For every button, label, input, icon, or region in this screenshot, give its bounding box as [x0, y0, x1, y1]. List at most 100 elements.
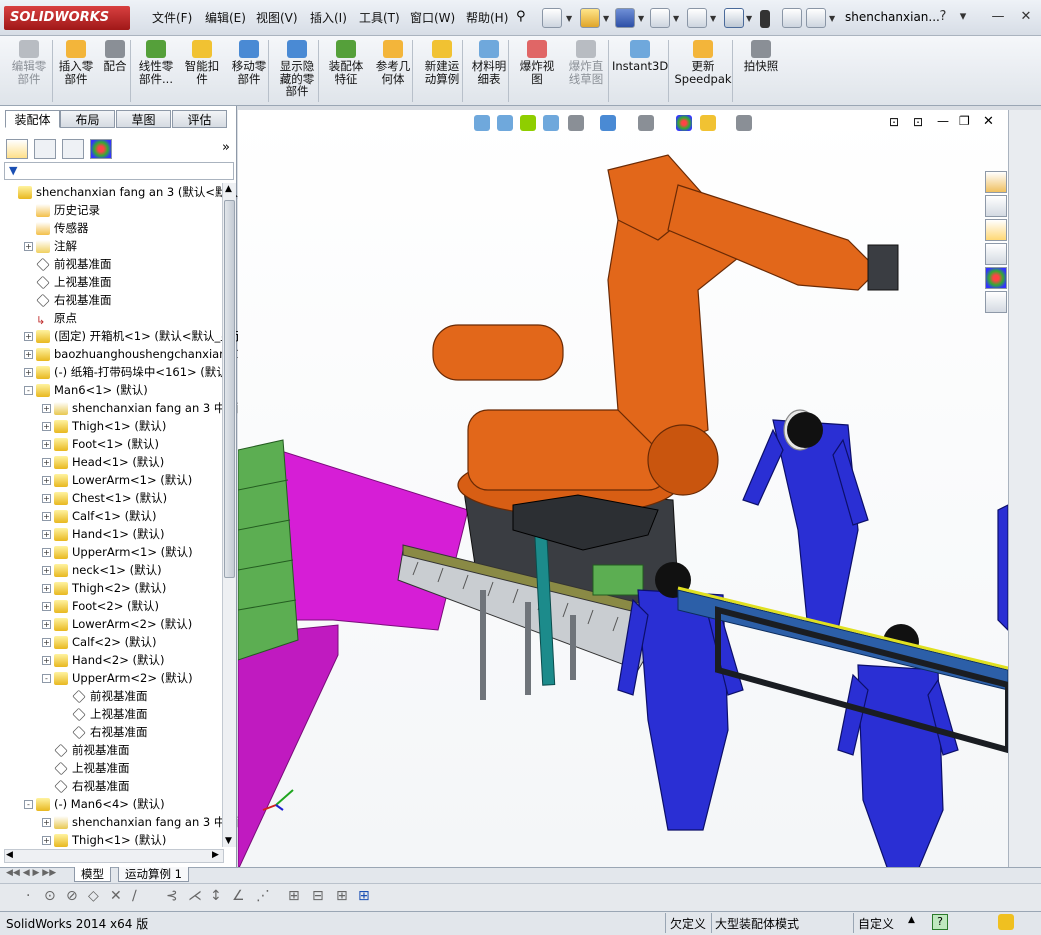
- pin-icon[interactable]: ⚲: [516, 9, 526, 24]
- edit-appearance-icon[interactable]: [676, 115, 692, 131]
- tree-node[interactable]: 右视基准面: [24, 291, 112, 309]
- tree-node[interactable]: + Calf<2> (默认): [42, 633, 157, 651]
- rectangle-icon[interactable]: ⋰: [256, 888, 270, 904]
- configuration-manager-tab-icon[interactable]: [62, 139, 84, 159]
- polygon-icon[interactable]: ◇: [88, 888, 99, 904]
- menu-item[interactable]: 视图(V): [256, 9, 298, 26]
- circle-icon[interactable]: ⊙: [44, 888, 56, 904]
- ribbon-button[interactable]: 装配体 特征: [324, 40, 368, 85]
- new-document-icon[interactable]: [542, 8, 562, 28]
- custom-properties-icon[interactable]: [985, 291, 1007, 313]
- ribbon-button[interactable]: 配合: [100, 40, 130, 73]
- tree-node[interactable]: + Calf<1> (默认): [42, 507, 157, 525]
- display-style-icon[interactable]: [600, 115, 616, 131]
- scroll-up-icon[interactable]: ▲: [225, 184, 232, 194]
- tree-node[interactable]: 右视基准面: [42, 777, 130, 795]
- tree-expander[interactable]: +: [42, 476, 51, 485]
- ribbon-button[interactable]: 线性零 部件...: [134, 40, 178, 85]
- rebuild-traffic-light-icon[interactable]: [760, 10, 770, 28]
- tree-node[interactable]: 前视基准面: [24, 255, 112, 273]
- menu-item[interactable]: 文件(F): [152, 9, 192, 26]
- tree-filter-bar[interactable]: ▼: [4, 162, 234, 180]
- tree-node[interactable]: + Foot<1> (默认): [42, 435, 159, 453]
- line-icon[interactable]: ∕: [132, 888, 137, 904]
- menu-item[interactable]: 窗口(W): [410, 9, 455, 26]
- tree-expander[interactable]: +: [24, 350, 33, 359]
- help-dropdown-icon[interactable]: ▾: [953, 8, 973, 26]
- tree-node[interactable]: + Thigh<1> (默认): [42, 417, 166, 435]
- tree-expander[interactable]: +: [24, 368, 33, 377]
- tree-node[interactable]: - (-) Man6<4> (默认): [24, 795, 165, 813]
- menu-item[interactable]: 帮助(H): [466, 9, 508, 26]
- menu-item[interactable]: 编辑(E): [205, 9, 246, 26]
- tree-expander[interactable]: +: [42, 566, 51, 575]
- home-icon[interactable]: [985, 171, 1007, 193]
- tree-node[interactable]: + neck<1> (默认): [42, 561, 162, 579]
- centerline-icon[interactable]: ⊘: [66, 888, 78, 904]
- tree-node[interactable]: + Thigh<1> (默认): [42, 831, 166, 849]
- tree-node[interactable]: 上视基准面: [24, 273, 112, 291]
- rebuild-status-icon[interactable]: [998, 914, 1014, 930]
- tree-node[interactable]: - UpperArm<2> (默认): [42, 669, 193, 687]
- dimension-icon[interactable]: ↕: [210, 888, 222, 904]
- resources-icon[interactable]: [985, 195, 1007, 217]
- ribbon-button[interactable]: 插入零 部件: [56, 40, 96, 85]
- command-tab[interactable]: 评估: [172, 110, 227, 128]
- tree-node[interactable]: 历史记录: [24, 201, 100, 219]
- viewport-minimize-button[interactable]: —: [937, 114, 949, 128]
- tree-node[interactable]: ↳ 原点: [24, 309, 77, 327]
- mirror-icon[interactable]: ⋌: [188, 888, 202, 904]
- open-folder-icon[interactable]: [580, 8, 600, 28]
- design-library-icon[interactable]: [985, 219, 1007, 241]
- tree-expander[interactable]: +: [42, 602, 51, 611]
- tree-horizontal-scrollbar[interactable]: [4, 849, 224, 863]
- tree-expander[interactable]: +: [42, 440, 51, 449]
- tree-node[interactable]: + Head<1> (默认): [42, 453, 164, 471]
- save-dropdown-icon[interactable]: ▼: [638, 14, 644, 23]
- tree-expander[interactable]: +: [42, 584, 51, 593]
- tree-expander[interactable]: +: [42, 818, 51, 827]
- zoom-to-fit-icon[interactable]: [474, 115, 490, 131]
- ribbon-button[interactable]: 材料明 细表: [468, 40, 510, 85]
- options-icon[interactable]: [806, 8, 826, 28]
- appearances-icon[interactable]: [985, 267, 1007, 289]
- help-search-icon[interactable]: ?: [933, 8, 953, 26]
- ribbon-button[interactable]: 更新 Speedpak: [672, 40, 734, 85]
- command-tab[interactable]: 草图: [116, 110, 171, 128]
- tree-node[interactable]: + (固定) 开箱机<1> (默认<默认_显示: [24, 327, 243, 345]
- tree-expander[interactable]: -: [42, 674, 51, 683]
- ribbon-button[interactable]: 移动零 部件: [227, 40, 271, 85]
- trim-icon[interactable]: ✕: [110, 888, 122, 904]
- command-tab[interactable]: 布局: [60, 110, 115, 128]
- tree-expander[interactable]: +: [42, 620, 51, 629]
- tree-expander[interactable]: +: [24, 242, 33, 251]
- tree-expander[interactable]: +: [42, 512, 51, 521]
- smart-dim-icon[interactable]: ⊟: [312, 888, 324, 904]
- menu-item[interactable]: 工具(T): [359, 9, 400, 26]
- options-dropdown-icon[interactable]: ▼: [829, 14, 835, 23]
- display-manager-tab-icon[interactable]: [90, 139, 112, 159]
- tree-node[interactable]: 右视基准面: [60, 723, 148, 741]
- previous-view-icon[interactable]: [520, 115, 536, 131]
- hide-show-icon[interactable]: [638, 115, 654, 131]
- ribbon-button[interactable]: 显示隐 藏的零 部件: [274, 40, 320, 98]
- tree-node[interactable]: + LowerArm<1> (默认): [42, 471, 192, 489]
- relation-icon[interactable]: ∠: [232, 888, 245, 904]
- tree-expander[interactable]: +: [24, 332, 33, 341]
- tree-expander[interactable]: +: [42, 494, 51, 503]
- help-icon[interactable]: ?: [932, 914, 948, 930]
- view-split2-icon[interactable]: ⊡: [913, 115, 923, 129]
- solidworks-logo[interactable]: SOLIDWORKS: [4, 6, 130, 30]
- bottom-tab[interactable]: 运动算例 1: [118, 867, 189, 882]
- tree-expander[interactable]: +: [42, 656, 51, 665]
- open-dropdown-icon[interactable]: ▼: [603, 14, 609, 23]
- ribbon-button[interactable]: 爆炸视 图: [514, 40, 560, 85]
- tree-node[interactable]: + LowerArm<2> (默认): [42, 615, 192, 633]
- tree-expander[interactable]: +: [42, 422, 51, 431]
- bottom-tab[interactable]: 模型: [74, 867, 111, 882]
- ribbon-button[interactable]: 新建运 动算例: [418, 40, 466, 85]
- scroll-left-icon[interactable]: ◀: [6, 850, 13, 860]
- select-cursor-icon[interactable]: [724, 8, 744, 28]
- view-split-icon[interactable]: ⊡: [889, 115, 899, 129]
- viewport-close-button[interactable]: ✕: [983, 114, 994, 129]
